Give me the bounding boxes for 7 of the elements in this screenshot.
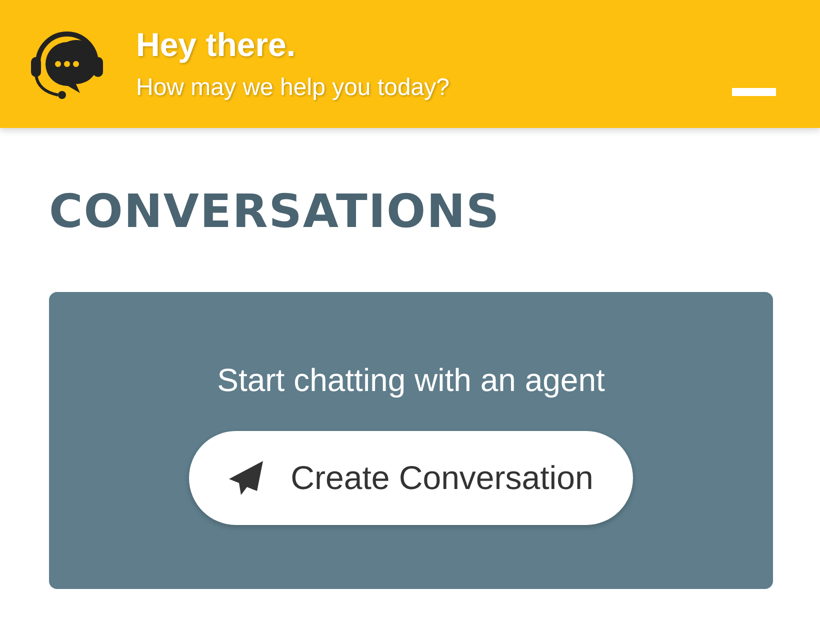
minimize-button[interactable] xyxy=(732,88,776,96)
send-icon xyxy=(228,461,265,495)
create-conversation-button[interactable]: Create Conversation xyxy=(188,431,634,525)
section-title: CONVERSATIONS xyxy=(49,184,502,238)
card-text: Start chatting with an agent xyxy=(217,362,605,399)
greeting-title: Hey there. xyxy=(136,26,297,64)
greeting-subtitle: How may we help you today? xyxy=(136,74,450,102)
